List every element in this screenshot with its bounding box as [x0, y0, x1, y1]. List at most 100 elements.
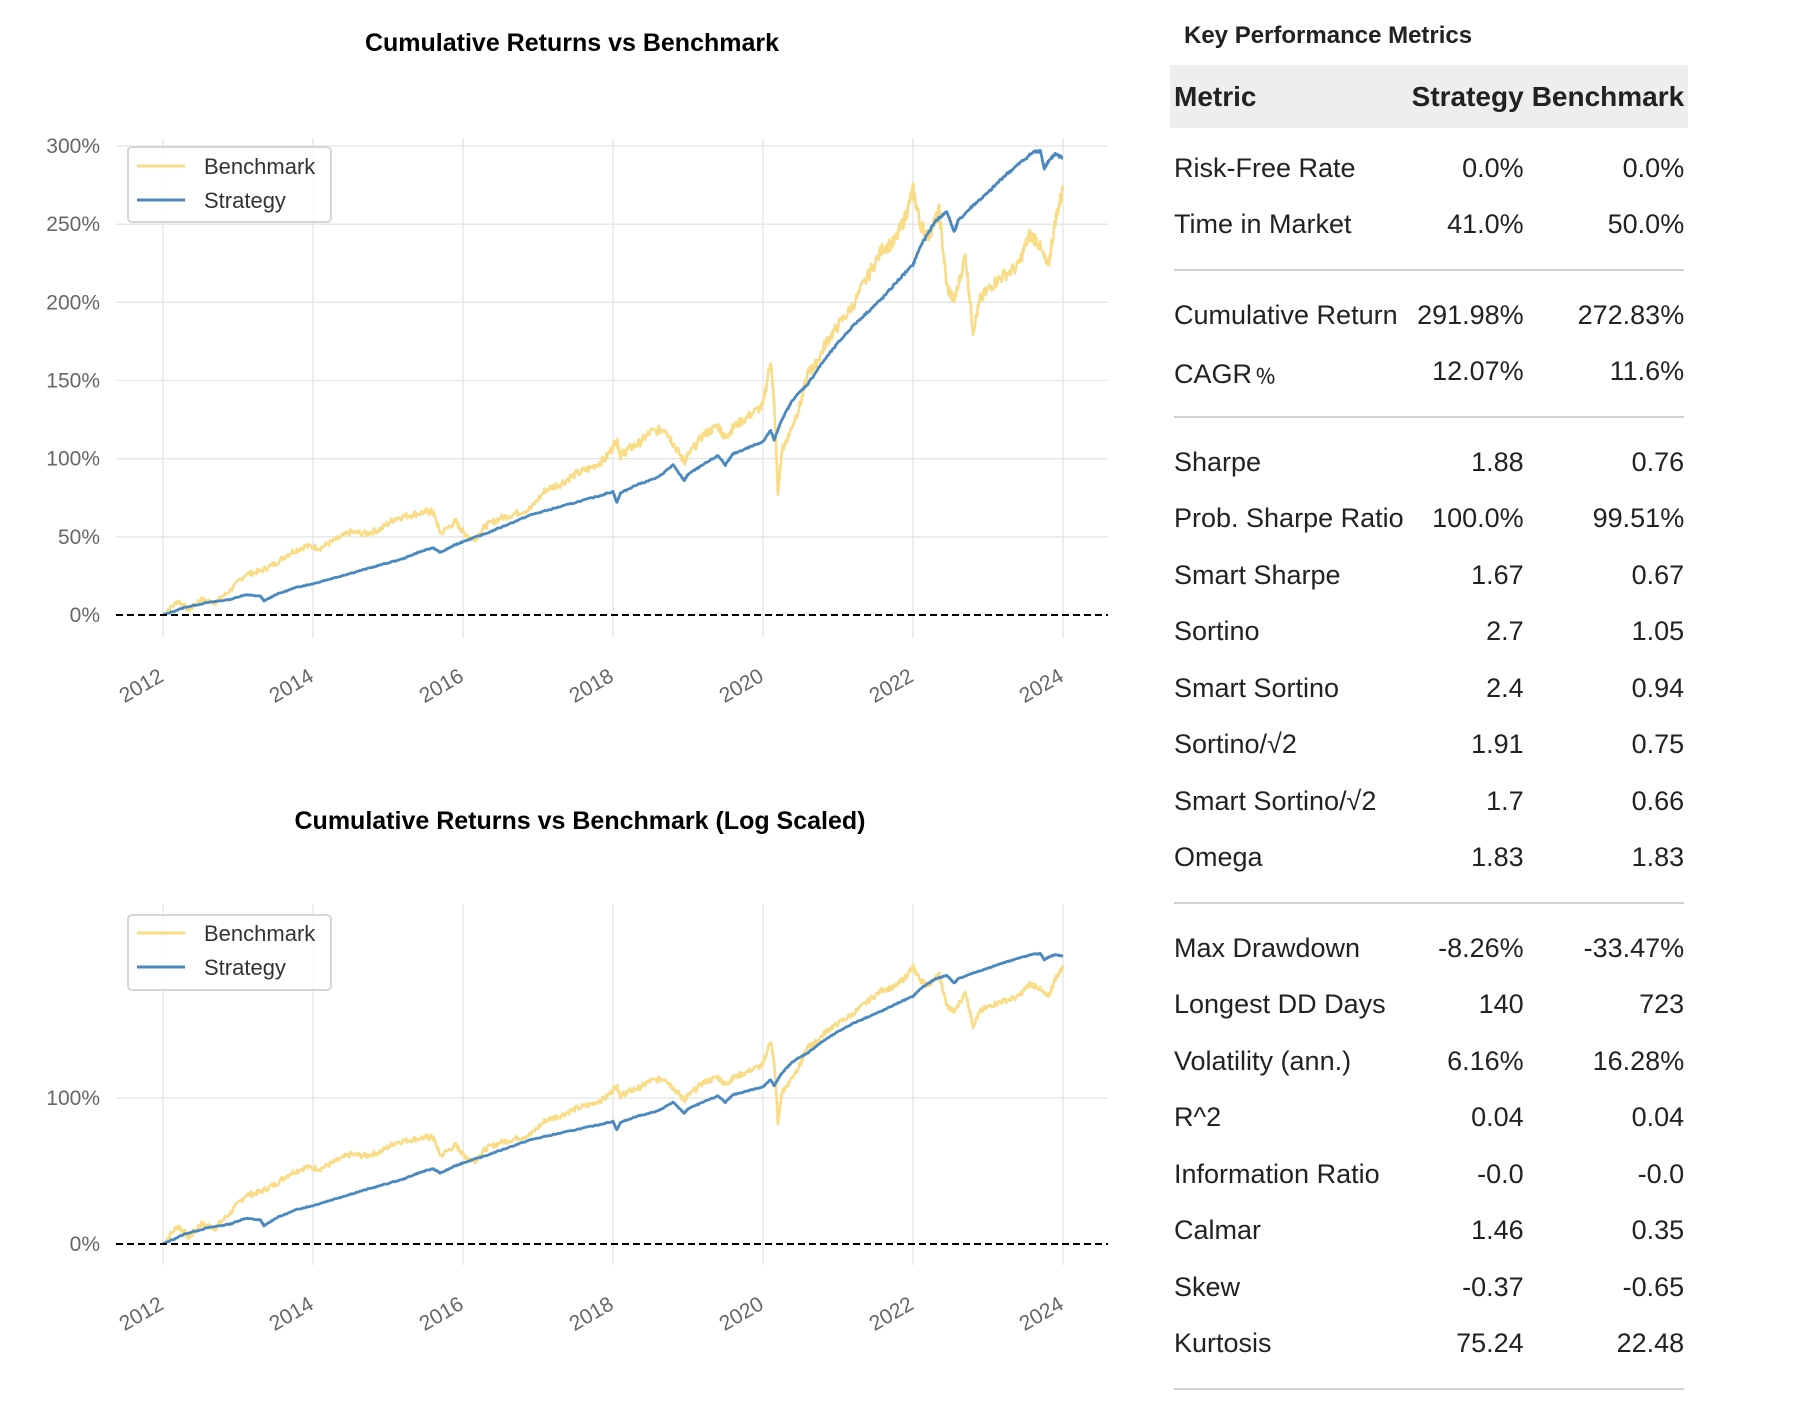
x-tick-label: 2024 [1016, 1292, 1068, 1335]
metrics-header-row: Metric Strategy Benchmark [1170, 65, 1689, 128]
table-row: R^2 0.04 0.04 [1170, 1090, 1688, 1147]
legend-strategy-label: Strategy [204, 955, 286, 980]
cell-benchmark: 723 [1639, 989, 1685, 1020]
y-tick-label: 300% [46, 135, 100, 158]
table-spacer [1170, 128, 1688, 140]
cell-metric: R^2 [1174, 1102, 1222, 1133]
cell-strategy: -0.37 [1462, 1271, 1524, 1302]
legend-strategy-label: Strategy [204, 188, 286, 213]
group-divider [1170, 253, 1688, 287]
cell-metric: Omega [1174, 842, 1263, 873]
cell-strategy: -0.0 [1477, 1158, 1524, 1189]
cell-strategy: 1.88 [1471, 446, 1524, 477]
y-tick-label: 0% [70, 604, 100, 627]
table-row: Smart Sortino/√2 1.7 0.66 [1170, 773, 1688, 830]
cell-strategy: 41.0% [1447, 209, 1524, 240]
cell-strategy: 1.67 [1471, 559, 1524, 590]
x-tick-label: 2014 [266, 664, 318, 707]
metrics-body: Risk-Free Rate 0.0% 0.0% Time in Market 41.0… [1170, 128, 1688, 1406]
metrics-table: Metric Strategy Benchmark Risk-Free Rate… [1170, 65, 1689, 1406]
legend-benchmark-label: Benchmark [204, 154, 316, 179]
divider-line [1174, 902, 1685, 904]
cell-strategy: 140 [1478, 989, 1524, 1020]
y-tick-label: 200% [46, 291, 100, 314]
y-tick-label: 150% [46, 370, 100, 393]
cell-benchmark: 0.0% [1622, 152, 1685, 183]
divider-line [1174, 1388, 1685, 1390]
header-strategy: Strategy [1411, 80, 1524, 112]
cell-benchmark: 0.94 [1631, 672, 1685, 703]
cell-metric: Prob. Sharpe Ratio [1174, 503, 1404, 534]
x-tick-label: 2020 [716, 664, 768, 707]
header-benchmark: Benchmark [1531, 80, 1685, 112]
cell-strategy: 1.83 [1471, 842, 1524, 873]
cell-metric: Information Ratio [1174, 1158, 1380, 1189]
cell-benchmark: 0.04 [1631, 1102, 1685, 1133]
header-metric: Metric [1174, 80, 1257, 112]
cell-metric: Max Drawdown [1174, 932, 1361, 963]
cell-metric: Cumulative Return [1174, 299, 1398, 330]
divider-line [1174, 416, 1685, 418]
cell-strategy: 12.07% [1432, 356, 1524, 387]
table-row: Longest DD Days 140 723 [1170, 977, 1688, 1034]
table-row: Omega 1.83 1.83 [1170, 830, 1688, 887]
table-row: Volatility (ann.) 6.16% 16.28% [1170, 1033, 1688, 1090]
table-row: Prob. Sharpe Ratio 100.0% 99.51% [1170, 491, 1688, 548]
cell-benchmark: 11.6% [1609, 356, 1685, 387]
cell-metric: Longest DD Days [1174, 989, 1386, 1020]
cell-strategy: 0.04 [1471, 1102, 1524, 1133]
table-row: Information Ratio -0.0 -0.0 [1170, 1146, 1688, 1203]
cell-metric: Volatility (ann.) [1174, 1045, 1352, 1076]
group-divider [1170, 886, 1688, 920]
x-tick-label: 2014 [266, 1292, 318, 1335]
cell-benchmark: 0.75 [1631, 729, 1685, 760]
table-row: Kurtosis 75.24 22.48 [1170, 1316, 1688, 1373]
x-axis-ticks: 2012 2014 2016 2018 2020 2022 2024 [116, 664, 1068, 707]
cell-benchmark: 0.66 [1631, 785, 1685, 816]
table-row: Skew -0.37 -0.65 [1170, 1259, 1688, 1316]
divider-line [1174, 269, 1685, 271]
cell-benchmark: 99.51% [1592, 503, 1685, 534]
table-row: Sharpe 1.88 0.76 [1170, 434, 1688, 491]
group-divider [1170, 400, 1688, 434]
y-axis-ticks: 0% 50% 100% 150% 200% 250% 300% [46, 135, 100, 627]
cell-strategy: 0.0% [1462, 152, 1524, 183]
table-row: Risk-Free Rate 0.0% 0.0% [1170, 140, 1688, 197]
cell-metric: Time in Market [1174, 209, 1352, 240]
cell-strategy: 1.7 [1486, 785, 1524, 816]
table-row: Smart Sortino 2.4 0.94 [1170, 660, 1688, 717]
table-row: Cumulative Return 291.98% 272.83% [1170, 287, 1688, 344]
legend: Benchmark Strategy [127, 914, 332, 991]
cell-strategy: 2.7 [1486, 616, 1524, 647]
legend-benchmark-label: Benchmark [204, 921, 316, 946]
cell-strategy: 1.91 [1471, 729, 1524, 760]
cell-benchmark: 22.48 [1616, 1328, 1685, 1359]
table-row: Smart Sharpe 1.67 0.67 [1170, 547, 1688, 604]
cell-benchmark: -33.47% [1583, 932, 1685, 963]
table-row: Sortino/√2 1.91 0.75 [1170, 717, 1688, 774]
y-tick-label: 50% [58, 526, 100, 549]
x-tick-label: 2012 [116, 664, 168, 707]
y-tick-label: 100% [46, 448, 100, 471]
x-tick-label: 2016 [416, 1292, 468, 1335]
table-row: CAGR﹪ 12.07% 11.6% [1170, 344, 1688, 401]
x-tick-label: 2018 [566, 664, 618, 707]
cell-metric: Sortino/√2 [1174, 729, 1297, 760]
cell-metric: Skew [1174, 1271, 1241, 1302]
table-row: Max Drawdown -8.26% -33.47% [1170, 920, 1688, 977]
cell-strategy: 6.16% [1447, 1045, 1524, 1076]
cell-metric: Sharpe [1174, 446, 1262, 477]
cumulative-returns-chart: Cumulative Returns vs Benchmark 0% 50% 100… [46, 29, 1108, 708]
cell-strategy: 2.4 [1486, 672, 1524, 703]
table-row: Calmar 1.46 0.35 [1170, 1203, 1688, 1260]
cell-metric: Smart Sharpe [1174, 559, 1341, 590]
cell-metric: Kurtosis [1174, 1328, 1272, 1359]
cell-benchmark: -0.0 [1637, 1158, 1685, 1189]
cell-metric: Smart Sortino/√2 [1174, 785, 1377, 816]
x-tick-label: 2012 [116, 1292, 168, 1335]
x-tick-label: 2022 [866, 664, 918, 707]
cell-strategy: 1.46 [1471, 1215, 1524, 1246]
cell-benchmark: 1.05 [1631, 616, 1685, 647]
y-axis-ticks: 0% 100% [46, 1087, 100, 1256]
legend: Benchmark Strategy [127, 146, 332, 223]
